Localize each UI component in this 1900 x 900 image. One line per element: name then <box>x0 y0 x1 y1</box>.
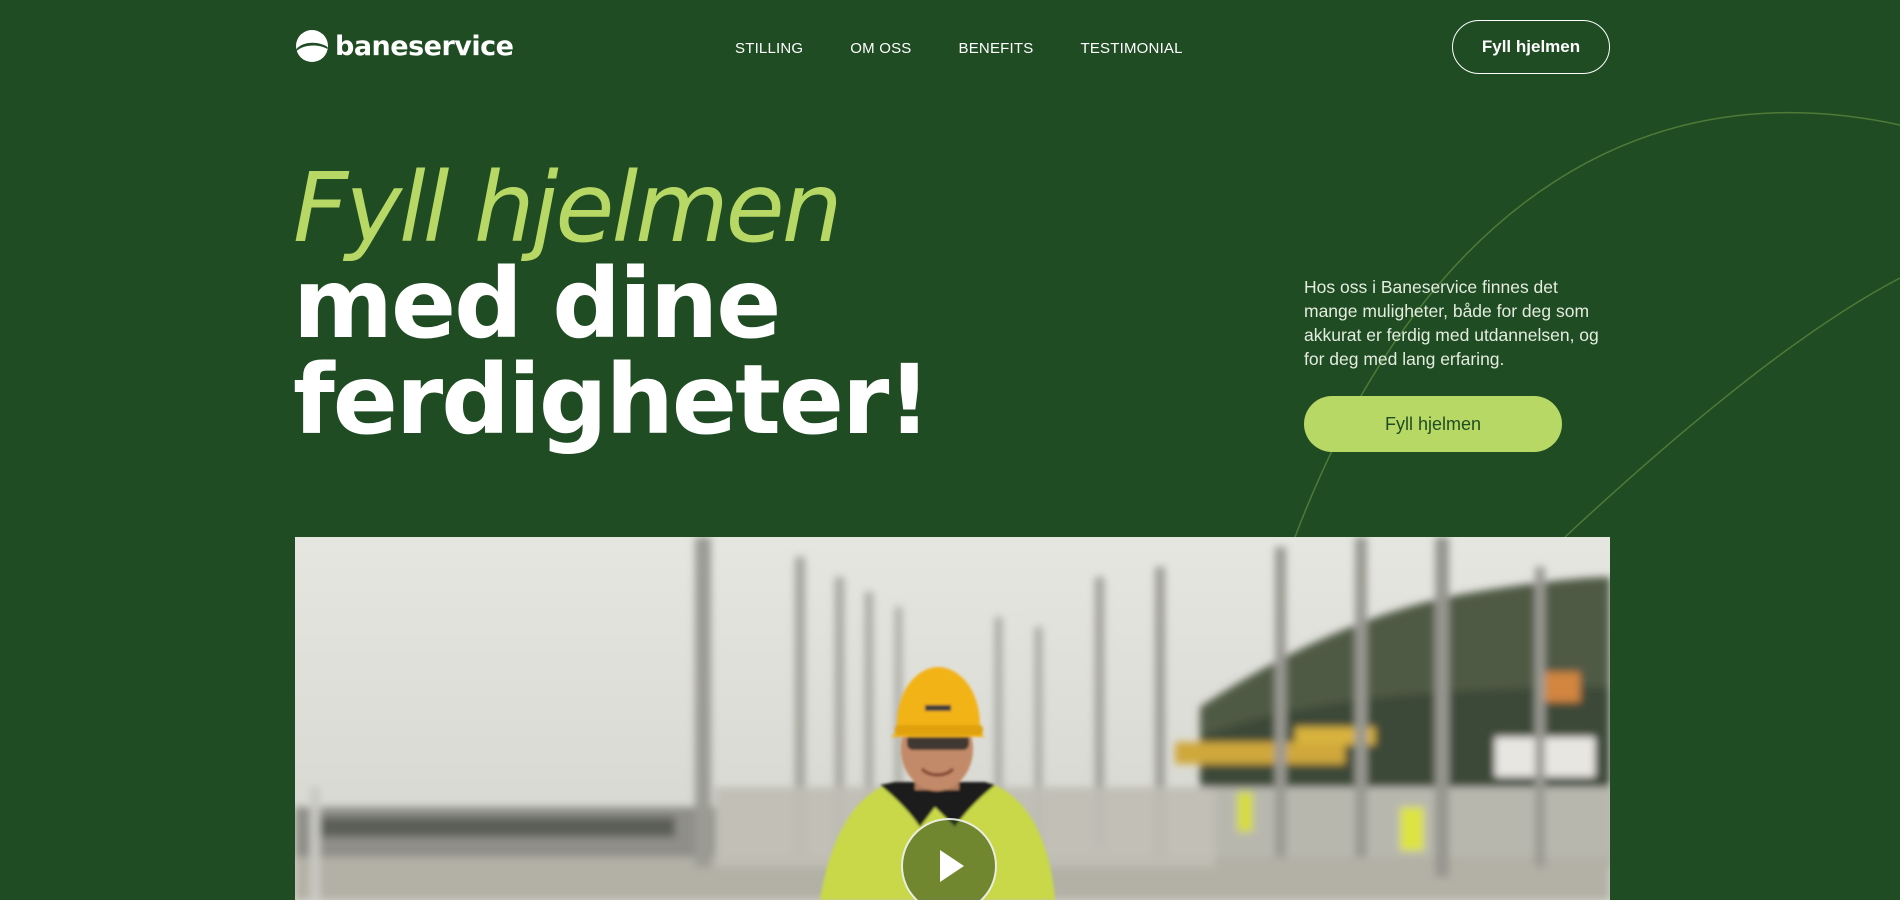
hero-title-line-3: ferdigheter! <box>293 344 931 456</box>
site-header: baneservice STILLING OM OSS BENEFITS TES… <box>295 20 1610 76</box>
hero-title: Fyll hjelmen med dine ferdigheter! <box>293 152 931 456</box>
hero-title-accent: Fyll hjelmen <box>293 152 843 264</box>
nav-link-testimonial[interactable]: TESTIMONIAL <box>1080 40 1182 57</box>
main-nav: STILLING OM OSS BENEFITS TESTIMONIAL <box>735 40 1183 57</box>
logo-mark-icon <box>296 30 328 62</box>
nav-link-stilling[interactable]: STILLING <box>735 40 803 57</box>
hero-description: Hos oss i Baneservice finnes det mange m… <box>1304 277 1599 369</box>
baneservice-logo[interactable]: baneservice <box>295 29 514 63</box>
page: baneservice STILLING OM OSS BENEFITS TES… <box>0 0 1900 900</box>
header-cta-button[interactable]: Fyll hjelmen <box>1452 20 1610 74</box>
nav-link-benefits[interactable]: BENEFITS <box>959 40 1034 57</box>
play-icon <box>940 850 964 882</box>
hero-title-line-2: med dine <box>293 248 781 360</box>
logo-text: baneservice <box>335 30 514 62</box>
nav-link-om-oss[interactable]: OM OSS <box>850 40 911 57</box>
hero-video[interactable] <box>295 537 1610 900</box>
hero-cta-button[interactable]: Fyll hjelmen <box>1304 396 1562 452</box>
